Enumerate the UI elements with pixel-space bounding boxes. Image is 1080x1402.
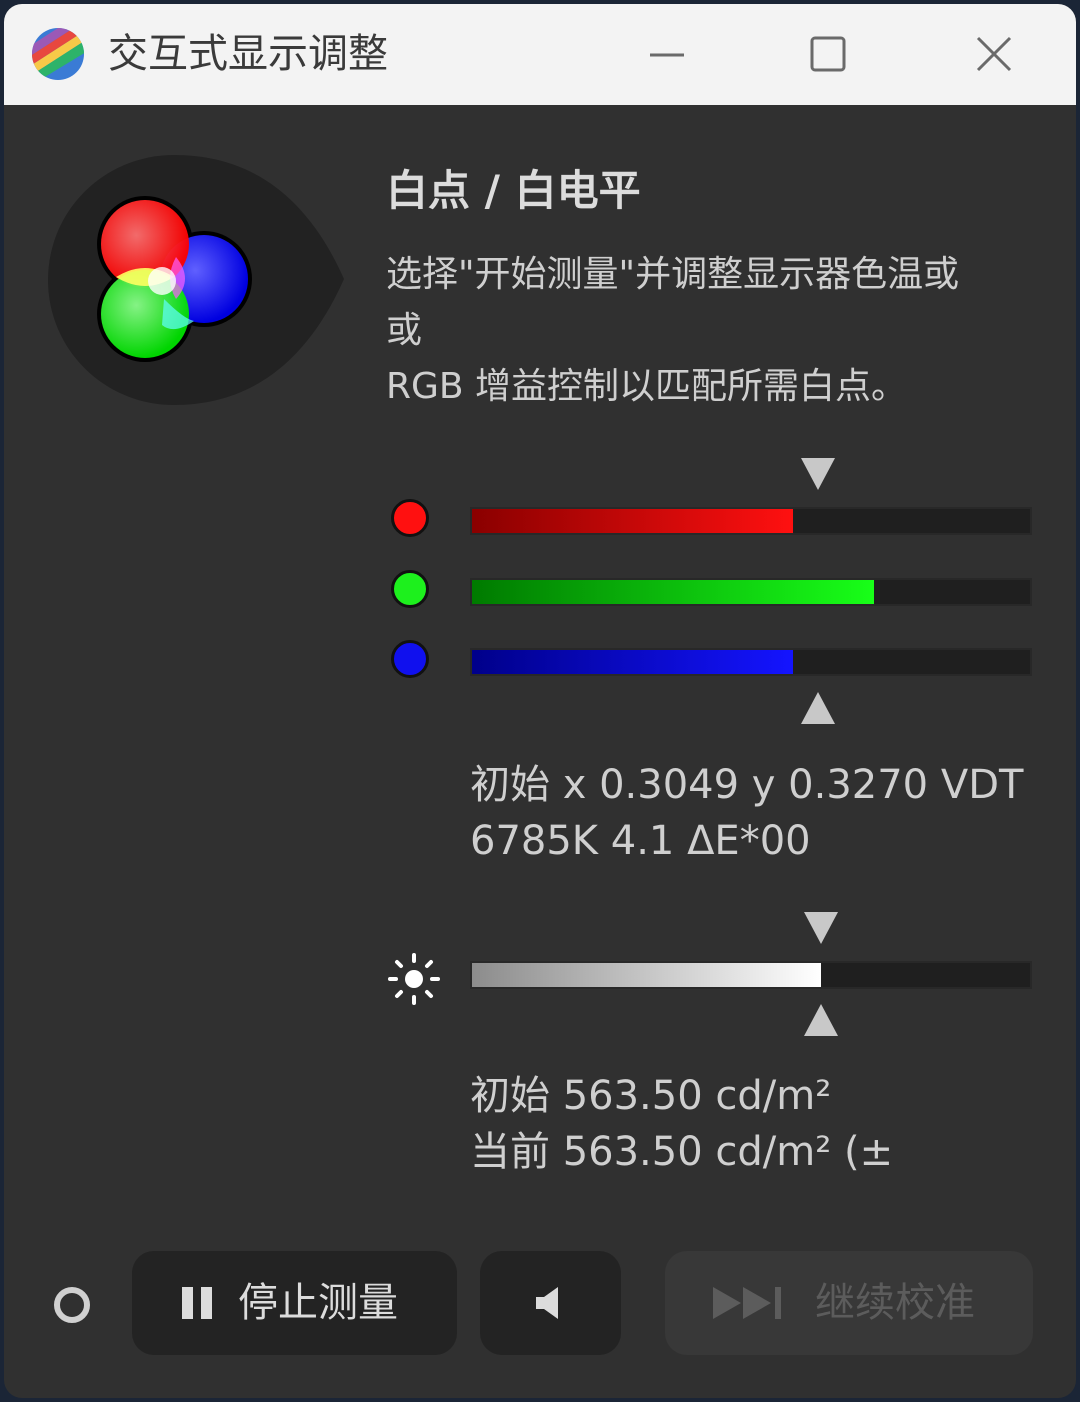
sound-toggle-button[interactable] — [480, 1251, 621, 1355]
instructions-line-1: 选择"开始测量"并调整显示器色温或 — [386, 254, 960, 295]
rgb-target-marker-top — [800, 458, 835, 490]
status-indicator — [54, 1287, 90, 1323]
pause-icon — [182, 1287, 212, 1319]
continue-calibration-label: 继续校准 — [815, 1280, 975, 1326]
close-icon — [976, 36, 1012, 72]
luminance-readout-initial: 初始 563.50 cd/m² — [470, 1073, 832, 1119]
blue-channel-indicator — [391, 640, 429, 678]
speaker-icon — [536, 1287, 558, 1319]
rgb-target-marker-bottom — [800, 692, 835, 724]
whitepoint-readout-line-1: 初始 x 0.3049 y 0.3270 VDT — [470, 762, 1024, 808]
continue-calibration-button[interactable]: 继续校准 — [665, 1251, 1033, 1355]
minimize-button[interactable] — [626, 22, 706, 86]
whitepoint-readout-line-2: 6785K 4.1 ΔE*00 — [470, 818, 811, 864]
close-button[interactable] — [954, 22, 1034, 86]
instructions-text: 选择"开始测量"并调整显示器色温或 或 RGB 增益控制以匹配所需白点。 — [386, 247, 1046, 415]
maximize-button[interactable] — [788, 22, 868, 86]
luminance-target-marker-bottom — [803, 1004, 838, 1036]
instructions-line-2: 或 — [386, 310, 423, 351]
stop-measurement-button[interactable]: 停止测量 — [132, 1251, 457, 1355]
red-gain-fill — [472, 509, 793, 533]
rgb-circles-icon — [48, 155, 344, 405]
red-gain-bar — [470, 507, 1032, 535]
luminance-fill — [472, 963, 821, 987]
instructions-line-3: RGB 增益控制以匹配所需白点。 — [386, 366, 908, 407]
luminance-readout-current: 当前 563.50 cd/m² (± — [470, 1129, 894, 1175]
title-bar[interactable]: 交互式显示调整 — [4, 4, 1076, 105]
minimize-icon — [650, 53, 684, 57]
blue-gain-bar — [470, 648, 1032, 676]
green-channel-indicator — [391, 570, 429, 608]
section-heading: 白点 / 白电平 — [386, 166, 641, 215]
window-title: 交互式显示调整 — [108, 31, 388, 77]
brightness-icon — [388, 953, 440, 1005]
stop-measurement-label: 停止测量 — [238, 1280, 398, 1326]
red-channel-indicator — [391, 499, 429, 537]
app-window: 交互式显示调整 白点 / 白电平 选择"开始测量"并调整显示器色温或 或 RGB… — [4, 4, 1076, 1398]
app-logo-icon — [32, 28, 84, 80]
luminance-target-marker-top — [803, 912, 838, 944]
maximize-icon — [810, 36, 846, 72]
luminance-bar — [470, 961, 1032, 989]
green-gain-bar — [470, 578, 1032, 606]
blue-gain-fill — [472, 650, 793, 674]
green-gain-fill — [472, 580, 874, 604]
skip-forward-icon — [713, 1287, 781, 1319]
main-content: 白点 / 白电平 选择"开始测量"并调整显示器色温或 或 RGB 增益控制以匹配… — [4, 105, 1076, 1398]
